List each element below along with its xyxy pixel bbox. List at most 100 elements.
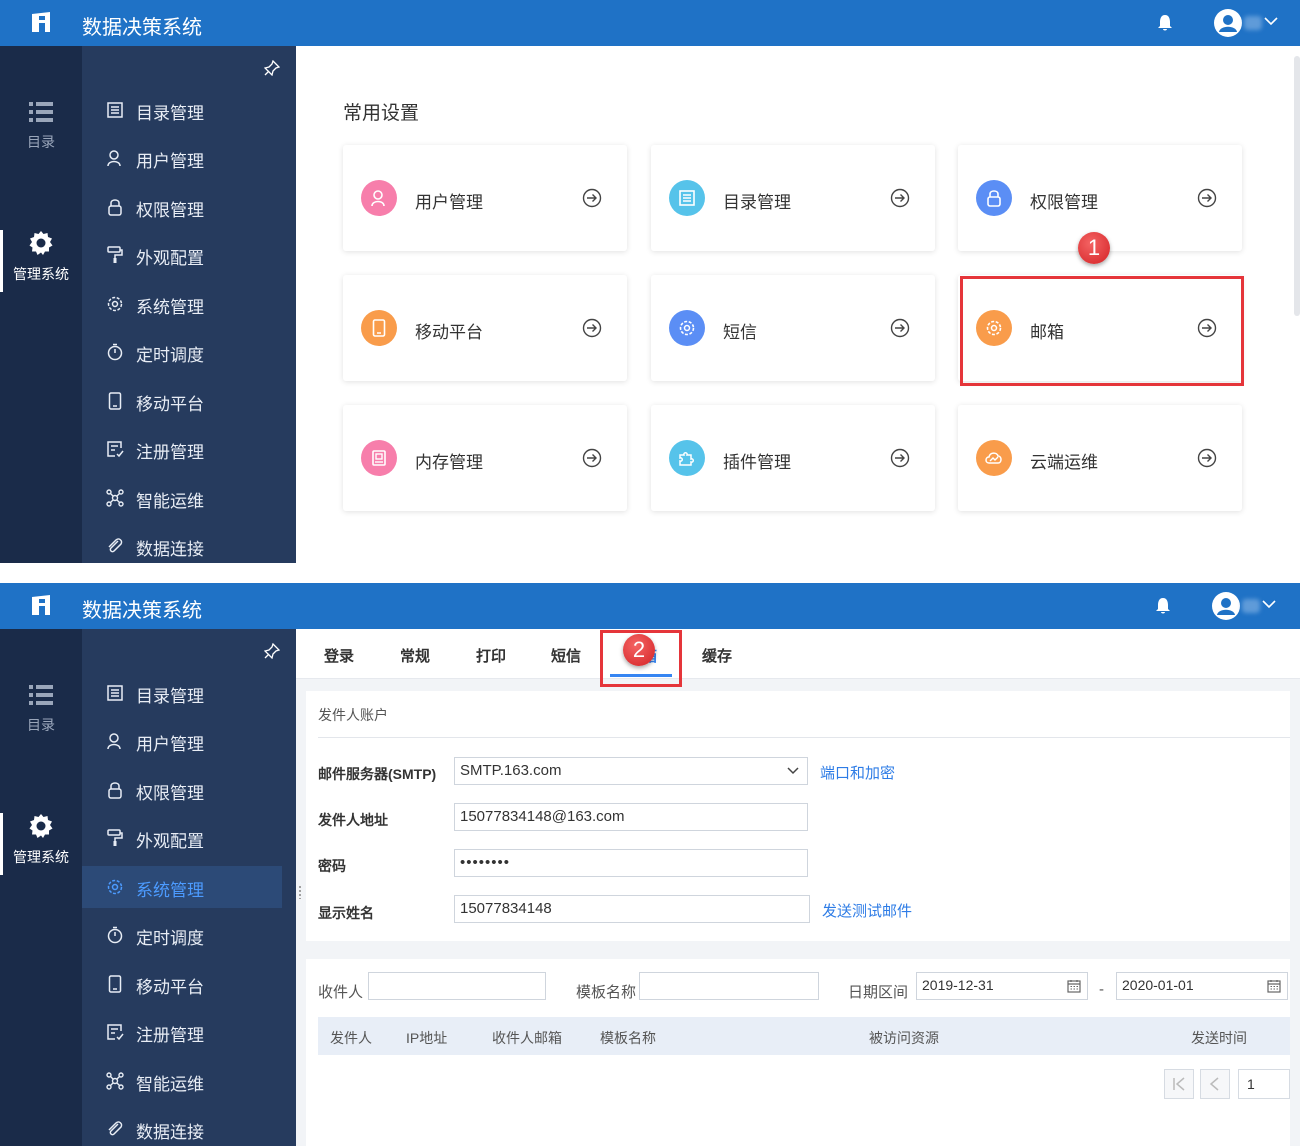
sidebar-item-label: 目录管理 xyxy=(136,687,204,706)
column-header[interactable]: 模板名称 xyxy=(600,1028,656,1048)
card-label: 用户管理 xyxy=(415,193,483,212)
card-cloud-ops[interactable]: 云端运维 xyxy=(958,405,1242,511)
date-range-label: 日期区间 xyxy=(848,984,909,1001)
sidebar-item-register[interactable]: 注册管理 xyxy=(82,428,282,470)
rail-item-catalog[interactable]: 目录 xyxy=(0,100,82,152)
card-sms[interactable]: 短信 xyxy=(651,275,935,381)
date-to-value: 2020-01-01 xyxy=(1122,977,1194,993)
column-header[interactable]: IP地址 xyxy=(406,1028,447,1048)
gear-icon xyxy=(29,814,53,838)
rail-label-admin: 管理系统 xyxy=(13,266,69,282)
arrow-right-circle-icon[interactable] xyxy=(890,448,910,468)
arrow-right-circle-icon[interactable] xyxy=(582,448,602,468)
date-to-input[interactable]: 2020-01-01 xyxy=(1116,972,1288,1000)
column-header[interactable]: 发件人 xyxy=(330,1028,372,1048)
chevron-down-icon[interactable] xyxy=(1262,599,1276,609)
list-icon xyxy=(29,102,53,122)
card-catalog-management[interactable]: 目录管理 xyxy=(651,145,935,251)
divider xyxy=(318,737,1290,738)
arrow-right-circle-icon[interactable] xyxy=(1197,448,1217,468)
smtp-select[interactable]: SMTP.163.com xyxy=(454,757,808,785)
user-icon xyxy=(107,150,121,167)
chevron-down-icon[interactable] xyxy=(1264,16,1278,26)
rail-item-catalog[interactable]: 目录 xyxy=(0,683,82,735)
vertical-scrollbar[interactable] xyxy=(1294,56,1300,316)
sidebar-item-ops[interactable]: 智能运维 xyxy=(82,1060,282,1102)
username-blurred xyxy=(1244,16,1262,30)
card-label: 内存管理 xyxy=(415,453,483,472)
display-name-field[interactable]: 15077834148 xyxy=(454,895,810,923)
date-from-input[interactable]: 2019-12-31 xyxy=(916,972,1088,1000)
sender-address-field[interactable]: 15077834148@163.com xyxy=(454,803,808,831)
sidebar-item-label: 外观配置 xyxy=(136,249,204,268)
tab-cache[interactable]: 缓存 xyxy=(702,645,732,666)
date-from-value: 2019-12-31 xyxy=(922,977,994,993)
arrow-right-circle-icon[interactable] xyxy=(582,318,602,338)
password-field[interactable]: •••••••• xyxy=(454,849,808,877)
sidebar-item-dataconn[interactable]: 数据连接 xyxy=(82,1108,282,1146)
sidebar-item-appearance[interactable]: 外观配置 xyxy=(82,234,282,276)
unpin-icon[interactable] xyxy=(264,60,280,76)
sidebar-item-dataconn[interactable]: 数据连接 xyxy=(82,525,282,563)
paint-roller-icon xyxy=(107,829,123,846)
mobile-icon xyxy=(108,975,122,993)
column-header[interactable]: 收件人邮箱 xyxy=(492,1028,562,1048)
rail-item-admin[interactable]: 管理系统 xyxy=(0,230,82,284)
sidebar-item-catalog[interactable]: 目录管理 xyxy=(82,89,282,131)
sidebar-item-catalog[interactable]: 目录管理 xyxy=(82,672,282,714)
arrow-right-circle-icon[interactable] xyxy=(1197,188,1217,208)
prev-page-button[interactable] xyxy=(1200,1069,1230,1099)
bell-icon[interactable] xyxy=(1155,597,1171,615)
recipient-filter-input[interactable] xyxy=(368,972,546,1000)
arrow-right-circle-icon[interactable] xyxy=(582,188,602,208)
sidebar-item-users[interactable]: 用户管理 xyxy=(82,137,282,179)
tab-general[interactable]: 常规 xyxy=(400,645,430,666)
sidebar-item-ops[interactable]: 智能运维 xyxy=(82,477,282,519)
page-number-input[interactable]: 1 xyxy=(1238,1069,1290,1099)
first-page-button[interactable] xyxy=(1164,1069,1194,1099)
bell-icon[interactable] xyxy=(1157,14,1173,32)
card-label: 插件管理 xyxy=(723,453,791,472)
user-icon xyxy=(107,733,121,750)
template-filter-input[interactable] xyxy=(639,972,819,1000)
sidebar-item-system[interactable]: 系统管理 xyxy=(82,283,282,325)
rail-label-catalog: 目录 xyxy=(27,134,55,150)
sidebar-item-system[interactable]: 系统管理 xyxy=(82,866,282,908)
port-encryption-link[interactable]: 端口和加密 xyxy=(820,762,895,783)
card-user-management[interactable]: 用户管理 xyxy=(343,145,627,251)
sidebar-item-users[interactable]: 用户管理 xyxy=(82,720,282,762)
tab-login[interactable]: 登录 xyxy=(324,645,354,666)
card-memory-management[interactable]: 内存管理 xyxy=(343,405,627,511)
send-test-mail-link[interactable]: 发送测试邮件 xyxy=(822,900,912,921)
card-mobile-platform[interactable]: 移动平台 xyxy=(343,275,627,381)
tab-print[interactable]: 打印 xyxy=(476,645,506,666)
calendar-icon[interactable] xyxy=(1067,979,1081,993)
tab-sms[interactable]: 短信 xyxy=(551,645,581,666)
module-rail: 目录 管理系统 xyxy=(0,46,82,563)
sidebar-item-appearance[interactable]: 外观配置 xyxy=(82,817,282,859)
rail-item-admin[interactable]: 管理系统 xyxy=(0,813,82,867)
sender-address-label: 发件人地址 xyxy=(318,812,388,828)
sidebar-item-permissions[interactable]: 权限管理 xyxy=(82,186,282,228)
card-plugin-management[interactable]: 插件管理 xyxy=(651,405,935,511)
stopwatch-icon xyxy=(107,926,123,944)
username-blurred xyxy=(1242,599,1260,613)
sidebar-item-mobile[interactable]: 移动平台 xyxy=(82,380,282,422)
sidebar-item-permissions[interactable]: 权限管理 xyxy=(82,769,282,811)
avatar[interactable] xyxy=(1212,592,1240,620)
sidebar-item-schedule[interactable]: 定时调度 xyxy=(82,331,282,373)
top-bar: 数据决策系统 xyxy=(0,0,1300,46)
arrow-right-circle-icon[interactable] xyxy=(890,188,910,208)
sidebar-item-label: 用户管理 xyxy=(136,735,204,754)
avatar[interactable] xyxy=(1214,9,1242,37)
sidebar-item-register[interactable]: 注册管理 xyxy=(82,1011,282,1053)
arrow-right-circle-icon[interactable] xyxy=(890,318,910,338)
sidebar-item-mobile[interactable]: 移动平台 xyxy=(82,963,282,1005)
unpin-icon[interactable] xyxy=(264,643,280,659)
panel-mailbox-settings: 数据决策系统 目录 管理系统 目录管理 用户管理 权限管理 外观配置 系统管理 … xyxy=(0,583,1300,1146)
column-header[interactable]: 被访问资源 xyxy=(869,1028,939,1048)
sidebar-item-schedule[interactable]: 定时调度 xyxy=(82,914,282,956)
calendar-icon[interactable] xyxy=(1267,979,1281,993)
list-icon xyxy=(107,685,123,701)
column-header[interactable]: 发送时间 xyxy=(1191,1028,1247,1048)
